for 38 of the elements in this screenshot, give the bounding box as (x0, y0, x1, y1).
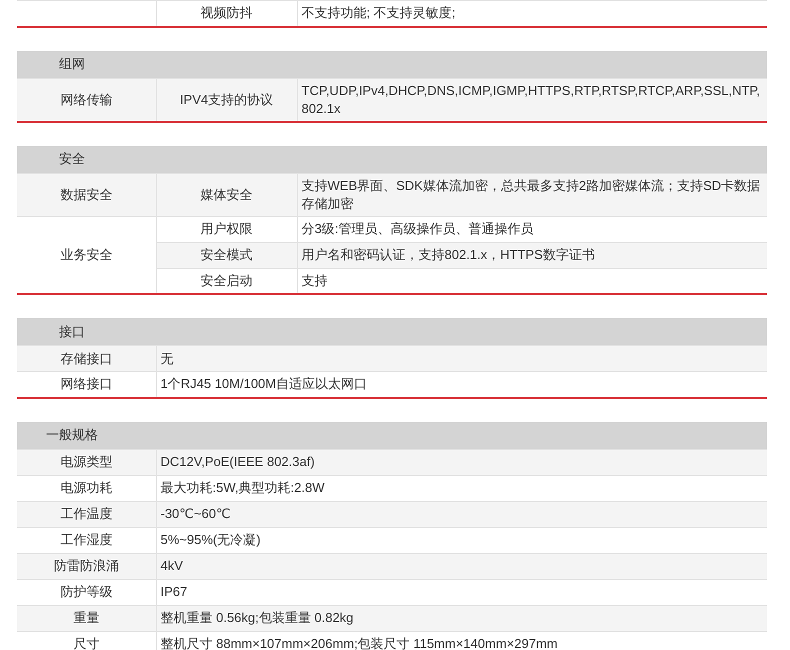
group-label-cell: 网络传输 (17, 78, 156, 122)
item-label-cell: 媒体安全 (156, 173, 297, 216)
value-cell: 4kV (156, 553, 767, 579)
value-cell: 支持 (297, 268, 767, 294)
value-cell: 支持WEB界面、SDK媒体流加密，总共最多支持2路加密媒体流；支持SD卡数据存储加密 (297, 173, 767, 216)
value-cell: 1个RJ45 10M/100M自适应以太网口 (156, 372, 767, 398)
value-cell: TCP,UDP,IPv4,DHCP,DNS,ICMP,IGMP,HTTPS,RTP,RTSP,RTCP,ARP,SSL,NTP,802.1x (297, 78, 767, 122)
group-label-cell: 业务安全 (17, 216, 156, 294)
label-cell: 工作湿度 (17, 527, 156, 553)
section-title: 安全 (58, 150, 86, 168)
section-title: 一般规格 (45, 426, 99, 444)
item-label-cell: IPV4支持的协议 (156, 78, 297, 122)
section-title: 组网 (58, 55, 86, 73)
item-label-cell: 用户权限 (156, 216, 297, 242)
value-cell: 最大功耗:5W,典型功耗:2.8W (156, 475, 767, 501)
label-cell: 网络接口 (17, 372, 156, 398)
label-cell: 工作温度 (17, 501, 156, 527)
label-cell: 电源功耗 (17, 475, 156, 501)
value-cell: 分3级:管理员、高级操作员、普通操作员 (297, 216, 767, 242)
label-cell: 防雷防浪涌 (17, 553, 156, 579)
label-cell: 防护等级 (17, 579, 156, 605)
value-cell: 5%~95%(无冷凝) (156, 527, 767, 553)
group-label-cell: 数据安全 (17, 173, 156, 216)
value-cell: DC12V,PoE(IEEE 802.3af) (156, 449, 767, 475)
section-title: 接口 (58, 322, 86, 340)
value-cell: IP67 (156, 579, 767, 605)
item-label-cell: 视频防抖 (156, 0, 297, 26)
value-cell: 整机尺寸 88mm×107mm×206mm;包装尺寸 115mm×140mm×297mm (156, 631, 767, 650)
value-cell: -30℃~60℃ (156, 501, 767, 527)
value-cell: 不支持功能; 不支持灵敏度; (297, 0, 767, 26)
label-cell: 重量 (17, 605, 156, 631)
label-cell: 尺寸 (17, 631, 156, 650)
label-cell: 存储接口 (17, 346, 156, 372)
value-cell: 整机重量 0.56kg;包装重量 0.82kg (156, 605, 767, 631)
item-label-cell: 安全模式 (156, 242, 297, 268)
item-label-cell: 安全启动 (156, 268, 297, 294)
label-cell: 电源类型 (17, 449, 156, 475)
value-cell: 用户名和密码认证，支持802.1.x，HTTPS数字证书 (297, 242, 767, 268)
